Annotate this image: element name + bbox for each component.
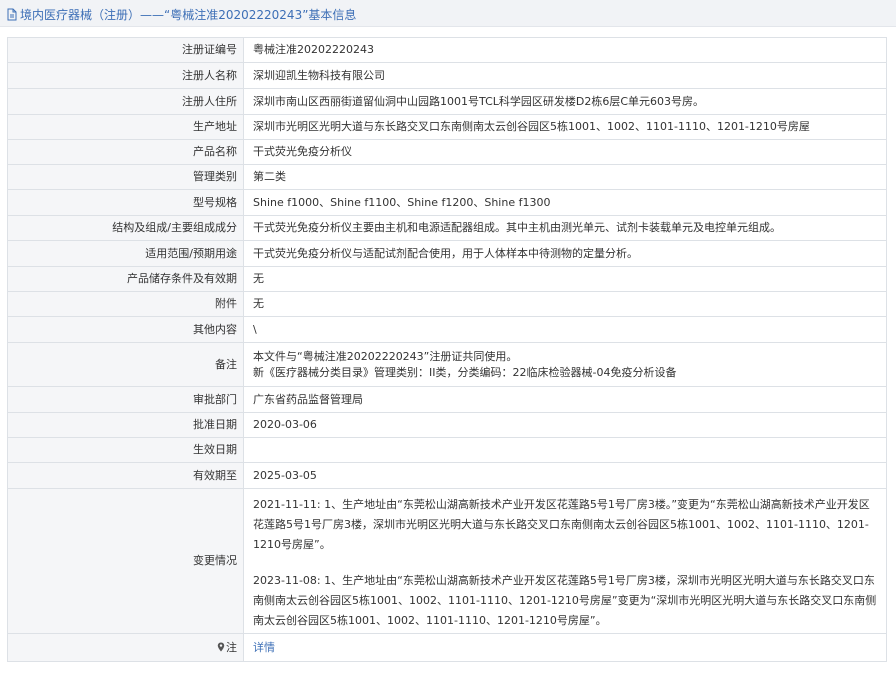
row-value-structure: 干式荧光免疫分析仪主要由主机和电源适配器组成。其中主机由测光单元、试剂卡装载单元…: [243, 215, 887, 241]
row-value-effective-date: [243, 437, 887, 463]
row-label-remarks: 备注: [7, 342, 244, 387]
table-row: 产品储存条件及有效期 无: [7, 266, 887, 292]
row-label-note: 注: [7, 633, 244, 662]
table-row: 注 详情: [7, 633, 887, 662]
table-row: 管理类别 第二类: [7, 164, 887, 190]
table-row: 批准日期 2020-03-06: [7, 412, 887, 438]
row-value-note: 详情: [243, 633, 887, 662]
page-header: 境内医疗器械（注册）——“粤械注准20202220243”基本信息: [0, 0, 896, 27]
row-label-production-address: 生产地址: [7, 114, 244, 140]
row-value-product-name: 干式荧光免疫分析仪: [243, 139, 887, 165]
change-history: 2021-11-11: 1、生产地址由“东莞松山湖高新技术产业开发区花莲路5号1…: [253, 492, 880, 631]
row-label-reg-no: 注册证编号: [7, 37, 244, 63]
row-label-valid-until: 有效期至: [7, 462, 244, 489]
row-value-changes: 2021-11-11: 1、生产地址由“东莞松山湖高新技术产业开发区花莲路5号1…: [243, 488, 887, 634]
row-label-approval-dept: 审批部门: [7, 386, 244, 413]
note-label-text: 注: [226, 640, 237, 654]
location-pin-icon: [217, 642, 225, 651]
row-value-approval-dept: 广东省药品监督管理局: [243, 386, 887, 413]
table-row: 注册人住所 深圳市南山区西丽街道留仙洞中山园路1001号TCL科学园区研发楼D2…: [7, 88, 887, 115]
table-row: 审批部门 广东省药品监督管理局: [7, 386, 887, 413]
change-entry-1: 2021-11-11: 1、生产地址由“东莞松山湖高新技术产业开发区花莲路5号1…: [253, 497, 870, 551]
document-icon: [7, 8, 17, 21]
row-value-other: \: [243, 316, 887, 343]
row-value-valid-until: 2025-03-05: [243, 462, 887, 489]
table-row: 变更情况 2021-11-11: 1、生产地址由“东莞松山湖高新技术产业开发区花…: [7, 488, 887, 634]
row-value-approval-date: 2020-03-06: [243, 412, 887, 438]
table-row: 其他内容 \: [7, 316, 887, 343]
row-value-intended-use: 干式荧光免疫分析仪与适配试剂配合使用，用于人体样本中待测物的定量分析。: [243, 240, 887, 267]
info-table: 注册证编号 粤械注准20202220243 注册人名称 深圳迎凯生物科技有限公司…: [7, 37, 887, 662]
row-label-model: 型号规格: [7, 189, 244, 216]
row-value-storage: 无: [243, 266, 887, 292]
remarks-line-1: 本文件与“粤械注准20202220243”注册证共同使用。: [253, 349, 518, 363]
table-row: 有效期至 2025-03-05: [7, 462, 887, 489]
row-value-remarks: 本文件与“粤械注准20202220243”注册证共同使用。 新《医疗器械分类目录…: [243, 342, 887, 387]
row-value-registrant: 深圳迎凯生物科技有限公司: [243, 62, 887, 89]
table-row: 生效日期: [7, 437, 887, 463]
row-label-registrant-address: 注册人住所: [7, 88, 244, 115]
row-label-other: 其他内容: [7, 316, 244, 343]
page-title: 境内医疗器械（注册）——“粤械注准20202220243”基本信息: [6, 6, 356, 23]
row-label-accessories: 附件: [7, 291, 244, 317]
table-row: 型号规格 Shine f1000、Shine f1100、Shine f1200…: [7, 189, 887, 216]
change-entry-2: 2023-11-08: 1、生产地址由“东莞松山湖高新技术产业开发区花莲路5号1…: [253, 573, 877, 627]
row-label-effective-date: 生效日期: [7, 437, 244, 463]
table-row: 结构及组成/主要组成成分 干式荧光免疫分析仪主要由主机和电源适配器组成。其中主机…: [7, 215, 887, 241]
table-row: 产品名称 干式荧光免疫分析仪: [7, 139, 887, 165]
page-title-text: 境内医疗器械（注册）——“粤械注准20202220243”基本信息: [20, 8, 357, 22]
row-value-accessories: 无: [243, 291, 887, 317]
row-label-product-name: 产品名称: [7, 139, 244, 165]
row-label-changes: 变更情况: [7, 488, 244, 634]
table-row: 生产地址 深圳市光明区光明大道与东长路交叉口东南侧南太云创谷园区5栋1001、1…: [7, 114, 887, 140]
row-label-intended-use: 适用范围/预期用途: [7, 240, 244, 267]
row-value-model: Shine f1000、Shine f1100、Shine f1200、Shin…: [243, 189, 887, 216]
table-row: 备注 本文件与“粤械注准20202220243”注册证共同使用。 新《医疗器械分…: [7, 342, 887, 387]
row-value-registrant-address: 深圳市南山区西丽街道留仙洞中山园路1001号TCL科学园区研发楼D2栋6层C单元…: [243, 88, 887, 115]
row-value-reg-no: 粤械注准20202220243: [243, 37, 887, 63]
table-row: 注册证编号 粤械注准20202220243: [7, 37, 887, 63]
table-row: 附件 无: [7, 291, 887, 317]
table-row: 注册人名称 深圳迎凯生物科技有限公司: [7, 62, 887, 89]
details-link[interactable]: 详情: [253, 641, 275, 654]
remarks-line-2: 新《医疗器械分类目录》管理类别：II类，分类编码：22临床检验器械-04免疫分析…: [253, 365, 677, 379]
row-value-production-address: 深圳市光明区光明大道与东长路交叉口东南侧南太云创谷园区5栋1001、1002、1…: [243, 114, 887, 140]
row-label-category: 管理类别: [7, 164, 244, 190]
row-label-registrant: 注册人名称: [7, 62, 244, 89]
row-label-storage: 产品储存条件及有效期: [7, 266, 244, 292]
row-label-structure: 结构及组成/主要组成成分: [7, 215, 244, 241]
table-row: 适用范围/预期用途 干式荧光免疫分析仪与适配试剂配合使用，用于人体样本中待测物的…: [7, 240, 887, 267]
row-value-category: 第二类: [243, 164, 887, 190]
row-label-approval-date: 批准日期: [7, 412, 244, 438]
